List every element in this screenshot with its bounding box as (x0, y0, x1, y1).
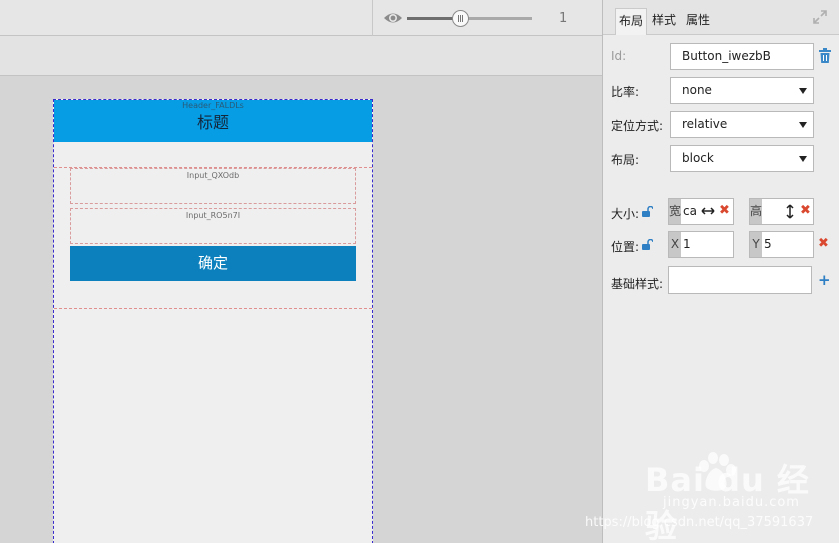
editor-area: 1 Header_FALDLs 标题 Input_QXOdb Input_RO5… (0, 0, 602, 543)
phone-canvas[interactable]: Header_FALDLs 标题 Input_QXOdb Input_RO5n7… (53, 99, 373, 543)
tab-attributes[interactable]: 属性 (683, 8, 713, 35)
position-mode-select[interactable]: relative (670, 111, 814, 138)
unlock-icon[interactable] (642, 239, 653, 250)
tab-layout[interactable]: 布局 (615, 8, 648, 35)
id-label: Id: (611, 49, 627, 63)
zoom-value: 1 (559, 11, 568, 26)
horizontal-resize-icon (701, 207, 715, 215)
id-input[interactable]: Button_iwezbB (670, 43, 814, 70)
width-input[interactable]: 宽 ca ✖ (668, 198, 734, 225)
eye-icon[interactable] (383, 10, 403, 26)
ratio-label: 比率: (611, 85, 640, 99)
ratio-select-value: none (682, 83, 712, 97)
top-toolbar: 1 (0, 0, 602, 36)
trash-icon[interactable] (819, 48, 831, 63)
base-style-input[interactable] (668, 266, 812, 294)
clear-position-icon[interactable]: ✖ (818, 236, 829, 251)
zoom-slider-thumb[interactable] (451, 10, 469, 27)
vertical-resize-icon (786, 204, 794, 219)
clear-height-icon[interactable]: ✖ (800, 203, 811, 218)
input-component-1[interactable]: Input_QXOdb (70, 168, 356, 204)
zoom-slider[interactable] (407, 10, 532, 27)
y-value: 5 (764, 237, 772, 251)
width-tag: 宽 (669, 199, 681, 224)
unlock-icon[interactable] (642, 206, 653, 217)
position-mode-label: 定位方式: (611, 119, 664, 133)
watermark-url: https://blog.csdn.net/qq_37591637 (585, 515, 814, 530)
layout-select[interactable]: block (670, 145, 814, 172)
x-tag: X (669, 232, 681, 257)
tab-style[interactable]: 样式 (649, 8, 679, 35)
height-tag: 高 (750, 199, 762, 224)
input-component-1-id: Input_QXOdb (186, 171, 240, 180)
chevron-down-icon (799, 88, 807, 94)
ratio-select[interactable]: none (670, 77, 814, 104)
header-component[interactable]: Header_FALDLs 标题 (54, 100, 372, 142)
form-container[interactable]: Input_QXOdb Input_RO5n7I 确定 (54, 167, 372, 309)
x-input[interactable]: X 1 (668, 231, 734, 258)
width-value: ca (683, 204, 697, 218)
height-input[interactable]: 高 ✖ (749, 198, 814, 225)
add-icon[interactable]: + (818, 273, 831, 288)
layout-label: 布局: (611, 153, 640, 167)
input-component-2-id: Input_RO5n7I (185, 211, 241, 220)
confirm-button[interactable]: 确定 (70, 246, 356, 281)
layout-select-value: block (682, 151, 714, 165)
watermark-site: jingyan.baidu.com (663, 495, 800, 510)
secondary-toolbar (0, 36, 602, 76)
size-label: 大小: (611, 207, 640, 221)
base-style-label: 基础样式: (611, 277, 664, 291)
input-component-2[interactable]: Input_RO5n7I (70, 208, 356, 244)
place-label: 位置: (611, 240, 640, 254)
y-tag: Y (750, 232, 762, 257)
y-input[interactable]: Y 5 (749, 231, 814, 258)
expand-icon[interactable] (813, 10, 827, 24)
position-mode-select-value: relative (682, 117, 728, 131)
header-title: 标题 (196, 113, 229, 132)
x-value: 1 (683, 237, 691, 251)
zoom-control: 1 (372, 0, 602, 36)
chevron-down-icon (799, 156, 807, 162)
clear-width-icon[interactable]: ✖ (719, 203, 730, 218)
panel-tab-bar: 布局 样式 属性 (603, 0, 839, 35)
chevron-down-icon (799, 122, 807, 128)
